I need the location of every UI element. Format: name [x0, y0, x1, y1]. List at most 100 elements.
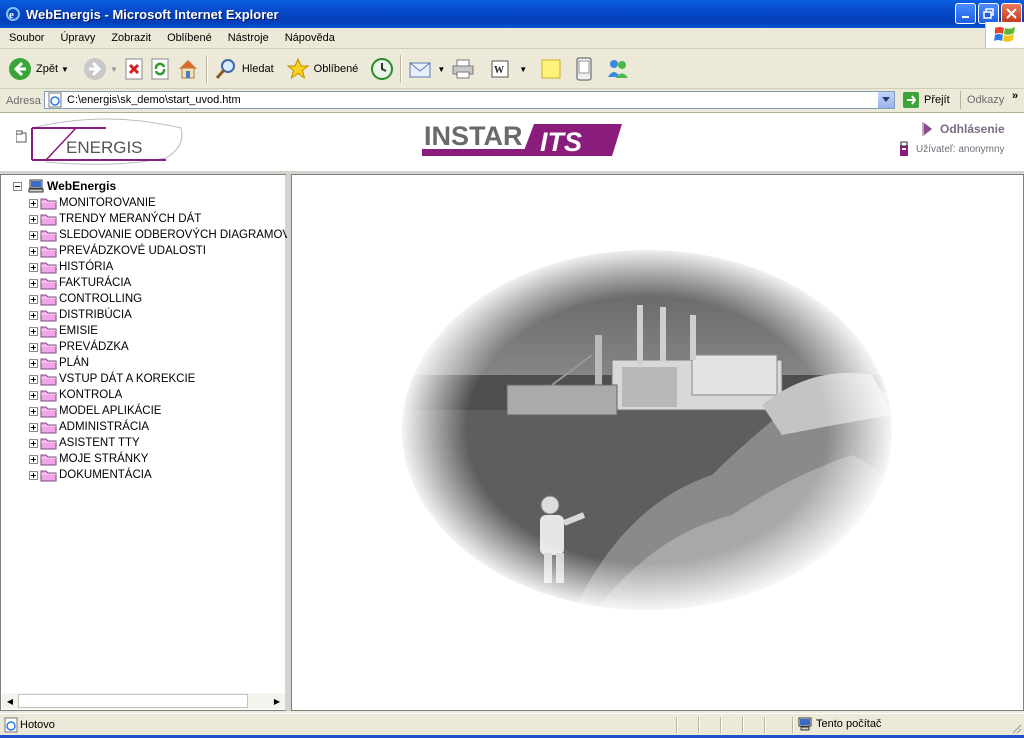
folder-icon [40, 438, 57, 449]
status-bar: Hotovo Tento počítač [0, 713, 1024, 736]
expand-icon[interactable] [29, 342, 38, 352]
home-button[interactable] [173, 53, 203, 85]
print-button[interactable] [448, 53, 478, 85]
tree-root[interactable]: WebEnergis [13, 179, 116, 193]
energis-logo[interactable]: ENERGIS [15, 116, 186, 171]
tree-node[interactable]: CONTROLLING [29, 291, 290, 307]
windows-logo-icon [985, 22, 1024, 48]
restore-button[interactable] [978, 3, 999, 24]
history-button[interactable] [367, 53, 397, 85]
discuss-button[interactable] [536, 53, 566, 85]
expand-icon[interactable] [29, 310, 38, 320]
edit-button[interactable]: W ▼ [486, 53, 530, 85]
menu-view[interactable]: Zobrazit [102, 32, 158, 44]
mail-button[interactable]: ▼ [405, 53, 448, 85]
expand-icon[interactable] [29, 230, 38, 240]
expand-icon[interactable] [29, 438, 38, 448]
expand-icon[interactable] [29, 198, 38, 208]
zone-label: Tento počítač [816, 718, 882, 730]
folder-icon [40, 342, 57, 353]
expand-icon[interactable] [29, 422, 38, 432]
status-text: Hotovo [20, 719, 55, 731]
tree-node[interactable]: KONTROLA [29, 387, 290, 403]
folder-icon [40, 406, 57, 417]
energis-logo-text: ENERGIS [66, 138, 143, 157]
expand-icon[interactable] [29, 214, 38, 224]
tree-node[interactable]: DOKUMENTÁCIA [29, 467, 290, 483]
horizontal-scrollbar[interactable]: ◀ ▶ [2, 693, 285, 709]
tree-node[interactable]: ASISTENT TTY [29, 435, 290, 451]
user-info: Užívateľ: anonymny [898, 141, 1005, 157]
tree-node[interactable]: ADMINISTRÁCIA [29, 419, 290, 435]
expand-icon[interactable] [29, 326, 38, 336]
window-titlebar[interactable]: e WebEnergis - Microsoft Internet Explor… [0, 0, 1024, 28]
back-button[interactable]: Zpět ▼ [5, 53, 72, 85]
tree-node[interactable]: PLÁN [29, 355, 290, 371]
back-label: Zpět [36, 63, 59, 75]
tree-node[interactable]: PREVÁDZKOVÉ UDALOSTI [29, 243, 290, 259]
stop-button[interactable] [121, 53, 147, 85]
mail-dropdown-icon[interactable]: ▼ [437, 65, 445, 74]
expand-icon[interactable] [29, 406, 38, 416]
tree-node[interactable]: DISTRIBÚCIA [29, 307, 290, 323]
close-button[interactable] [1001, 3, 1022, 24]
tree-node[interactable]: MONITOROVANIE [29, 195, 290, 211]
tree-node[interactable]: MOJE STRÁNKY [29, 451, 290, 467]
tree-node[interactable]: SLEDOVANIE ODBEROVÝCH DIAGRAMOV [29, 227, 290, 243]
tree-node[interactable]: MODEL APLIKÁCIE [29, 403, 290, 419]
tree-list: MONITOROVANIE TRENDY MERANÝCH DÁT SLEDOVAN… [29, 195, 290, 483]
chevron-icon[interactable]: » [1012, 90, 1018, 102]
address-dropdown-icon[interactable] [878, 92, 894, 108]
scroll-thumb[interactable] [18, 694, 248, 708]
instar-its-logo: INSTAR ITS [422, 121, 622, 164]
mail-icon [409, 62, 431, 78]
menu-help[interactable]: Nápověda [276, 32, 342, 44]
address-input[interactable]: C:\energis\sk_demo\start_uvod.htm [44, 91, 895, 109]
folder-icon [40, 390, 57, 401]
search-button[interactable]: Hledat [211, 53, 277, 85]
word-edit-icon: W [491, 60, 509, 78]
go-button[interactable]: Přejít [902, 91, 950, 109]
address-url: C:\energis\sk_demo\start_uvod.htm [67, 94, 241, 106]
minimize-button[interactable] [955, 3, 976, 24]
menu-edit[interactable]: Úpravy [51, 32, 102, 44]
tree-node[interactable]: EMISIE [29, 323, 290, 339]
messenger-button[interactable] [602, 53, 634, 85]
tree-node[interactable]: VSTUP DÁT A KOREKCIE [29, 371, 290, 387]
refresh-button[interactable] [147, 53, 173, 85]
collapse-icon[interactable] [13, 181, 22, 191]
tree-node-label: ASISTENT TTY [59, 437, 140, 449]
logout-link[interactable]: Odhlásenie [920, 121, 1005, 137]
menu-bar: Soubor Úpravy Zobrazit Oblíbené Nástroje… [0, 28, 1024, 49]
expand-icon[interactable] [29, 278, 38, 288]
research-button[interactable] [572, 53, 596, 85]
menu-tools[interactable]: Nástroje [219, 32, 276, 44]
scroll-right-icon[interactable]: ▶ [269, 693, 285, 709]
expand-icon[interactable] [29, 358, 38, 368]
back-dropdown-icon[interactable]: ▼ [61, 65, 69, 74]
tree-node[interactable]: HISTÓRIA [29, 259, 290, 275]
expand-icon[interactable] [29, 294, 38, 304]
favorites-button[interactable]: Oblíbené [283, 53, 362, 85]
menu-file[interactable]: Soubor [0, 32, 51, 44]
scroll-left-icon[interactable]: ◀ [2, 693, 18, 709]
edit-dropdown-icon[interactable]: ▼ [519, 65, 527, 74]
expand-icon[interactable] [29, 262, 38, 272]
expand-icon[interactable] [29, 246, 38, 256]
expand-icon[interactable] [29, 390, 38, 400]
expand-icon[interactable] [29, 454, 38, 464]
tree-node[interactable]: TRENDY MERANÝCH DÁT [29, 211, 290, 227]
forward-dropdown-icon[interactable]: ▼ [110, 65, 118, 74]
folder-icon [40, 358, 57, 369]
tree-node[interactable]: FAKTURÁCIA [29, 275, 290, 291]
expand-icon[interactable] [29, 470, 38, 480]
links-button[interactable]: Odkazy [960, 91, 1004, 109]
resize-grip-icon[interactable] [1010, 722, 1022, 734]
tree-node[interactable]: PREVÁDZKA [29, 339, 290, 355]
tree-node-label: ADMINISTRÁCIA [59, 421, 150, 433]
expand-icon[interactable] [29, 374, 38, 384]
forward-button[interactable]: ▼ [80, 53, 121, 85]
menu-favorites[interactable]: Oblíbené [158, 32, 219, 44]
folder-icon [40, 310, 57, 321]
folder-icon [40, 422, 57, 433]
